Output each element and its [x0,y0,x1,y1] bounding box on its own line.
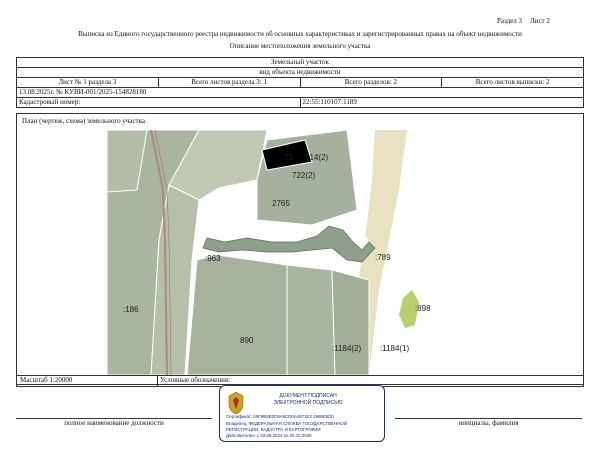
scale-divider [157,375,158,386]
parcel-label-722-2: 722(2) [292,171,315,180]
document-subtitle: Описание местоположения земельного участ… [229,42,371,50]
stamp-line2: ЭЛЕКТРОННОЙ ПОДПИСЬЮ [273,400,343,406]
total-sheets-extract: Всего листов выписки: 2 [441,77,584,88]
object-type: Земельный участок [16,57,584,68]
parcel-label-1184-1: :1184(1) [380,344,410,353]
stamp-cert: Сертификат: 00F9B8E0C8A8CD0A4971E2 1998E… [226,414,334,419]
cadastral-value: 22:55:110107:1189 [299,97,584,108]
stamp-valid: Действителен: с 02.08.2024 по 26.10.2025 [226,433,312,438]
header-table: Земельный участок вид объекта недвижимос… [16,57,584,108]
plan-label: План (чертеж, схема) земельного участка [22,117,146,125]
parcel-label-890: 890 [240,336,254,345]
parcel-890-shape [186,254,288,375]
parcel-label-186: :186 [123,305,139,314]
date-reference: 13.08.2025г. № КУВИ-001/2025-154828180 [16,87,584,98]
name-caption: инициалы, фамилия [458,419,519,427]
legend-label: Условные обозначения: [160,376,231,384]
object-caption: вид объекта недвижимости [16,67,584,78]
section-label: Раздел 3 [497,17,523,25]
document-title: Выписка из Единого государственного реес… [78,30,522,38]
parcel-label-1184-2: :1184(2) [332,344,362,353]
parcel-1184-2-shape [286,264,336,375]
parcel-label-71: 71 [284,153,293,162]
sheet-label: Лист 2 [530,17,550,25]
plan-map: 71 714(2) 722(2) 2765 :963 :789 :898 :18… [107,130,493,375]
total-sections: Всего разделов: 2 [299,77,443,88]
position-caption: полное наименование должности [64,419,164,427]
total-sheets-section: Всего листов раздела 3: 1 [157,77,301,88]
signature-stamp: ДОКУМЕНТ ПОДПИСАН ЭЛЕКТРОННОЙ ПОДПИСЬЮ С… [219,385,385,442]
parcel-label-714-2: 714(2) [305,153,328,162]
emblem-icon [228,391,244,415]
scale-text: Масштаб 1:20000 [20,376,73,384]
stamp-line1: ДОКУМЕНТ ПОДПИСАН [279,393,337,399]
sheet-of-section: Лист № 1 раздела 3 [16,77,159,88]
parcel-label-2765: 2765 [272,199,290,208]
parcel-1184-1-shape [331,269,370,375]
cadastral-label: Кадастровый номер: [16,97,301,108]
parcel-label-963: :963 [205,254,221,263]
parcel-label-898: :898 [415,304,431,313]
parcel-label-789: :789 [375,253,391,262]
